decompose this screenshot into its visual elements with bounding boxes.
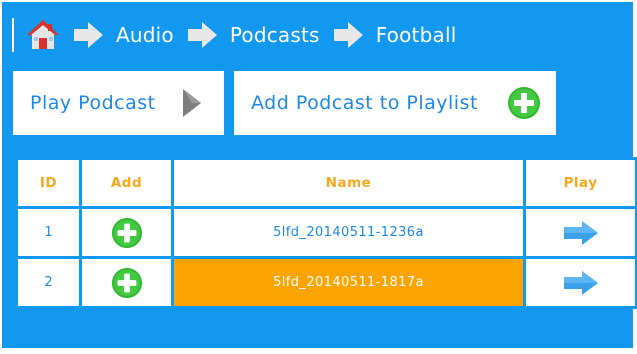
arrow-right-icon[interactable] [563, 220, 598, 245]
column-header-play: Play [523, 157, 637, 209]
arrow-right-icon[interactable] [563, 270, 598, 295]
row-play-cell [523, 256, 637, 309]
play-podcast-button[interactable]: Play Podcast [13, 71, 224, 135]
play-icon [183, 89, 201, 117]
chevron-right-icon [187, 22, 217, 48]
row-play-cell [523, 206, 637, 259]
row-name-selected[interactable]: 5lfd_20140511-1817a [171, 256, 526, 309]
chevron-right-icon [74, 22, 103, 48]
add-podcast-to-playlist-label: Add Podcast to Playlist [251, 92, 478, 114]
breadcrumb-item-audio[interactable]: Audio [116, 23, 174, 47]
table-row[interactable]: 1 5lfd_20140511-1236a [15, 206, 637, 259]
column-header-id: ID [15, 157, 82, 209]
plus-circle-icon[interactable] [111, 267, 143, 299]
table-row[interactable]: 2 5lfd_20140511-1817a [15, 256, 637, 309]
row-add-cell [79, 206, 174, 259]
table-header-row: ID Add Name Play [15, 157, 637, 209]
home-icon[interactable] [26, 18, 60, 52]
breadcrumb: Audio Podcasts Football [12, 16, 456, 54]
row-id: 1 [15, 206, 82, 259]
plus-circle-icon [508, 87, 540, 119]
row-add-cell [79, 256, 174, 309]
column-header-name: Name [171, 157, 526, 209]
chevron-right-icon [333, 22, 363, 48]
breadcrumb-divider [12, 18, 14, 52]
breadcrumb-item-podcasts[interactable]: Podcasts [230, 23, 320, 47]
column-header-add: Add [79, 157, 174, 209]
plus-circle-icon[interactable] [111, 217, 143, 249]
play-podcast-label: Play Podcast [30, 92, 156, 114]
podcast-table: ID Add Name Play 1 5lfd_20140511-1236a 2… [15, 157, 637, 310]
row-id: 2 [15, 256, 82, 309]
breadcrumb-item-football[interactable]: Football [376, 23, 457, 47]
row-name[interactable]: 5lfd_20140511-1236a [171, 206, 526, 259]
app-window: Audio Podcasts Football Play Podcast Add… [2, 2, 637, 348]
add-podcast-to-playlist-button[interactable]: Add Podcast to Playlist [234, 71, 556, 135]
